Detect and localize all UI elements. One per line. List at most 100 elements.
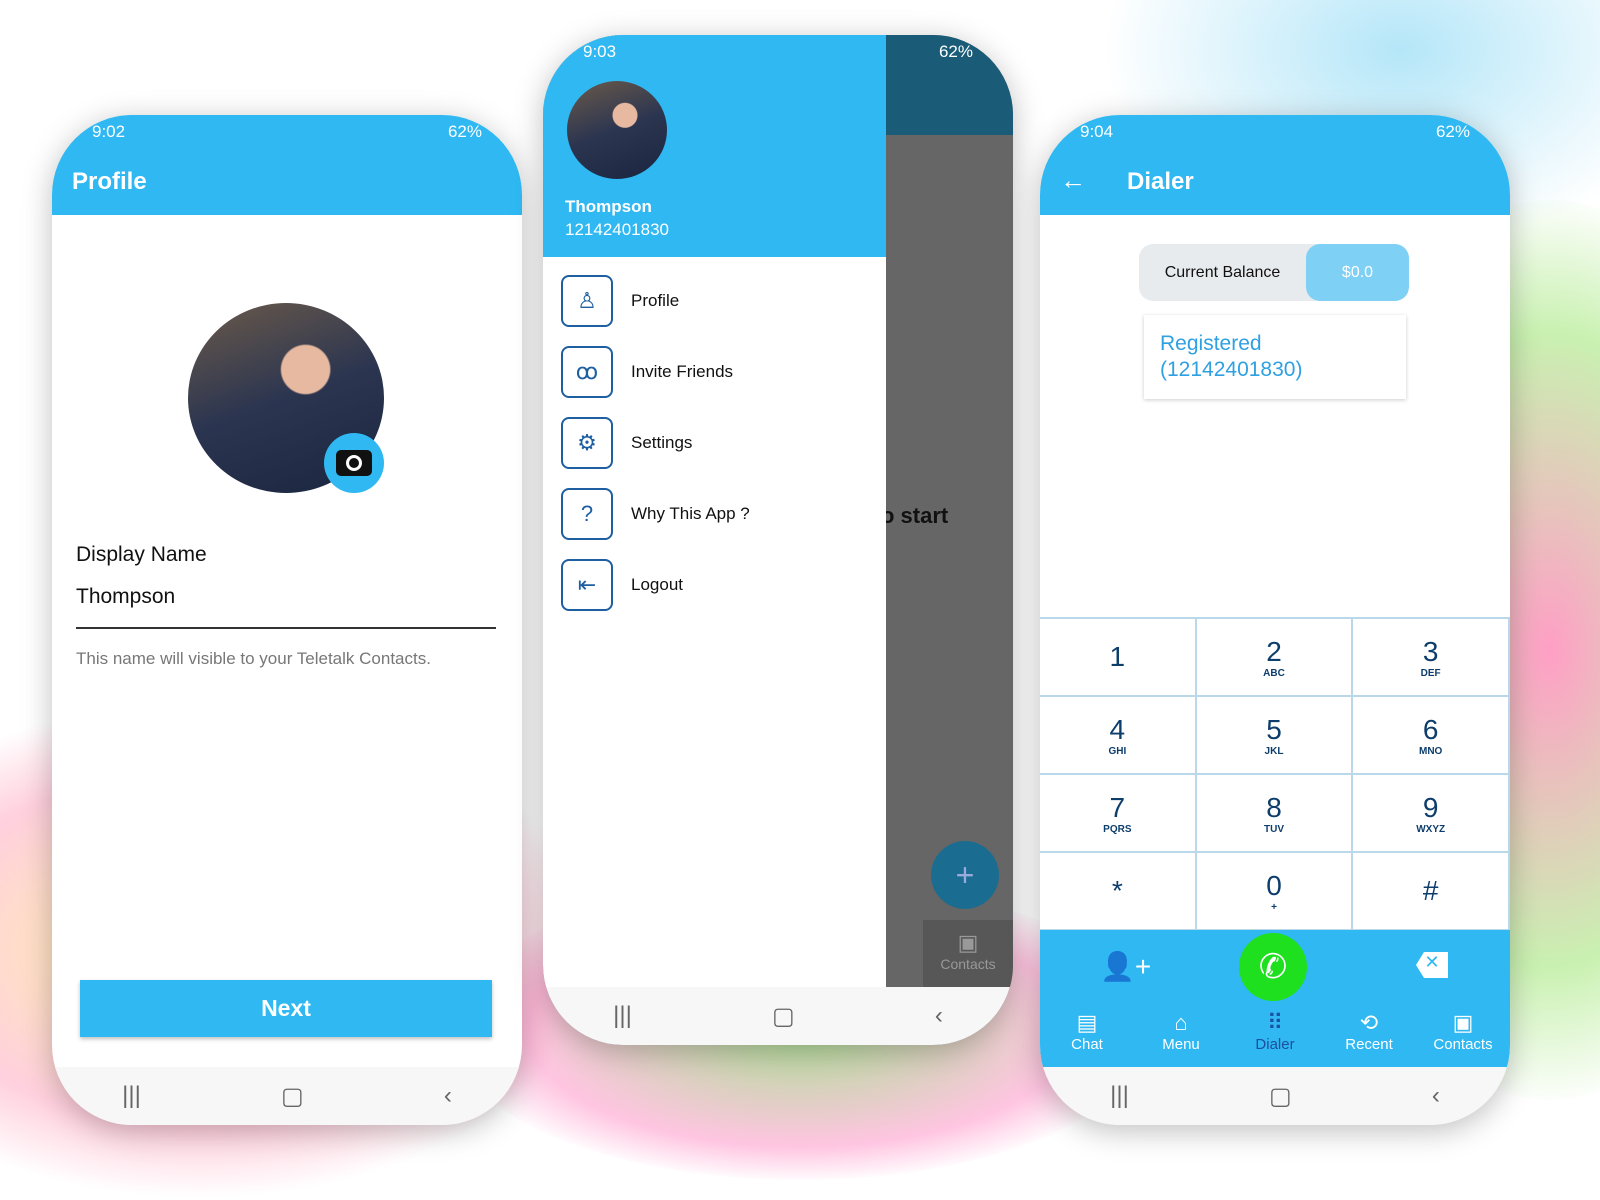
balance-pill: Current Balance $0.0	[1139, 244, 1409, 301]
behind-tab-contacts[interactable]: ▣ Contacts	[923, 920, 1013, 990]
tab-label: Contacts	[1433, 1036, 1493, 1053]
dial-key[interactable]: 9 WXYZ	[1353, 775, 1510, 853]
logout-icon: ⇤	[561, 559, 613, 611]
back-button[interactable]: ‹	[444, 1082, 452, 1110]
back-arrow-icon[interactable]: ←	[1060, 165, 1086, 196]
key-digit: *	[1111, 875, 1123, 906]
dial-pad: 1 2 ABC 3 DEF 4 GHI 5 JKL 6 MNO 7 PQRS 8 TUV 9 WXYZ * 0 + #	[1040, 617, 1510, 931]
recents-button[interactable]: |||	[122, 1082, 141, 1110]
phone-icon: ✆	[1258, 948, 1288, 986]
registered-number: (12142401830)	[1160, 358, 1303, 381]
camera-button[interactable]	[324, 433, 384, 493]
home-button[interactable]: ▢	[1269, 1082, 1292, 1111]
back-button[interactable]: ‹	[1432, 1082, 1440, 1110]
call-button[interactable]: ✆	[1239, 933, 1307, 1001]
dialer-bottom-bar: 👤+ ✆ ✕ ▤ Chat ⌂ Menu ⠿ Dialer ⟲ Recent ▣ Cont…	[1040, 930, 1510, 1068]
dial-key[interactable]: 4 GHI	[1040, 697, 1197, 775]
key-digit: 6	[1422, 713, 1439, 745]
tab-dialer[interactable]: ⠿ Dialer	[1228, 1010, 1322, 1053]
chat-icon: ▤	[1076, 1010, 1098, 1035]
display-name-input[interactable]: Thompson	[76, 585, 496, 629]
key-digit: 9	[1422, 791, 1439, 823]
key-digit: 8	[1266, 791, 1282, 823]
status-bar: 9:02 62%	[52, 115, 522, 149]
dial-key[interactable]: 6 MNO	[1353, 697, 1510, 775]
backspace-icon[interactable]: ✕	[1416, 952, 1448, 978]
menu-item-label: Logout	[631, 575, 683, 594]
dial-key[interactable]: 8 TUV	[1196, 775, 1354, 853]
menu-item-logout[interactable]: ⇤ Logout	[561, 559, 683, 611]
contacts-icon: ▣	[957, 930, 979, 955]
dial-key[interactable]: #	[1353, 853, 1510, 931]
tab-recent[interactable]: ⟲ Recent	[1322, 1010, 1416, 1053]
drawer-avatar[interactable]	[567, 81, 667, 179]
fab-add-button[interactable]: +	[931, 841, 999, 909]
key-letters: WXYZ	[1416, 823, 1446, 835]
tab-chat[interactable]: ▤ Chat	[1040, 1010, 1134, 1053]
drawer-user-number: 12142401830	[565, 220, 670, 239]
status-time: 9:03	[583, 42, 617, 61]
recents-button[interactable]: |||	[1110, 1082, 1129, 1110]
key-digit: 5	[1266, 713, 1282, 745]
dial-key[interactable]: 3 DEF	[1353, 619, 1510, 697]
key-letters: TUV	[1263, 823, 1284, 835]
add-contact-icon[interactable]: 👤+	[1100, 950, 1151, 983]
menu-item-label: Settings	[631, 433, 693, 452]
home-button[interactable]: ▢	[281, 1082, 304, 1111]
behind-text: o start	[881, 503, 949, 528]
menu-item-settings[interactable]: ⚙ Settings	[561, 417, 692, 469]
dial-key[interactable]: 1	[1040, 619, 1197, 697]
dialpad-icon: ⠿	[1266, 1010, 1284, 1035]
tab-label: Chat	[1071, 1036, 1103, 1053]
home-icon: ⌂	[1174, 1010, 1188, 1035]
system-nav-bar: ||| ▢ ‹	[543, 987, 1013, 1045]
drawer-screen: o start + ▣ Contacts 9:03 Thompson 121424…	[543, 35, 1013, 1045]
dial-key[interactable]: 7 PQRS	[1040, 775, 1197, 853]
app-bar: 9:04 62% ← Dialer	[1040, 115, 1510, 215]
dial-key[interactable]: *	[1040, 853, 1197, 931]
app-bar: 9:02 62% Profile	[52, 115, 522, 215]
menu-item-why-this-app[interactable]: ? Why This App ?	[561, 488, 750, 540]
question-icon: ?	[561, 488, 613, 540]
camera-icon	[336, 450, 372, 476]
key-digit: 0	[1266, 869, 1282, 901]
balance-label: Current Balance	[1164, 263, 1281, 281]
tab-menu[interactable]: ⌂ Menu	[1134, 1010, 1228, 1053]
system-nav-bar: ||| ▢ ‹	[52, 1067, 522, 1125]
navigation-drawer: 9:03 Thompson 12142401830 ♙ Profile ꝏ Invi…	[543, 35, 886, 987]
battery-level: 62%	[447, 122, 482, 141]
key-letters: DEF	[1420, 667, 1441, 679]
drawer-user-name: Thompson	[565, 197, 652, 216]
status-time: 9:04	[1080, 122, 1114, 141]
menu-item-label: Why This App ?	[631, 504, 750, 523]
tab-contacts[interactable]: ▣ Contacts	[1416, 1010, 1510, 1053]
drawer-header: 9:03 Thompson 12142401830	[543, 35, 886, 257]
next-button[interactable]: Next	[80, 980, 492, 1037]
key-letters: JKL	[1264, 745, 1284, 757]
registration-status: Registered (12142401830)	[1144, 315, 1406, 399]
key-letters: MNO	[1418, 745, 1443, 757]
battery-level: 62%	[1435, 122, 1470, 141]
status-time: 9:02	[92, 122, 126, 141]
dial-key[interactable]: 5 JKL	[1196, 697, 1354, 775]
battery-level: 62%	[938, 42, 973, 61]
dial-key[interactable]: 2 ABC	[1196, 619, 1354, 697]
back-button[interactable]: ‹	[935, 1002, 943, 1030]
menu-item-profile[interactable]: ♙ Profile	[561, 275, 679, 327]
display-name-hint: This name will visible to your Teletalk …	[76, 649, 431, 668]
key-digit: #	[1422, 875, 1439, 906]
menu-item-invite-friends[interactable]: ꝏ Invite Friends	[561, 346, 733, 398]
key-digit: 3	[1422, 635, 1439, 667]
key-digit: 7	[1109, 791, 1126, 823]
home-button[interactable]: ▢	[772, 1002, 795, 1031]
key-letters: +	[1271, 901, 1277, 913]
dialer-screen: 9:04 62% ← Dialer Current Balance $0.0 Re…	[1040, 115, 1510, 1125]
key-letters: GHI	[1108, 745, 1127, 757]
tab-label: Menu	[1162, 1036, 1200, 1053]
recents-button[interactable]: |||	[613, 1002, 632, 1030]
key-letters: ABC	[1263, 667, 1285, 679]
key-digit: 1	[1109, 641, 1126, 672]
person-icon: ♙	[561, 275, 613, 327]
dial-key[interactable]: 0 +	[1196, 853, 1354, 931]
display-name-label: Display Name	[76, 543, 207, 566]
